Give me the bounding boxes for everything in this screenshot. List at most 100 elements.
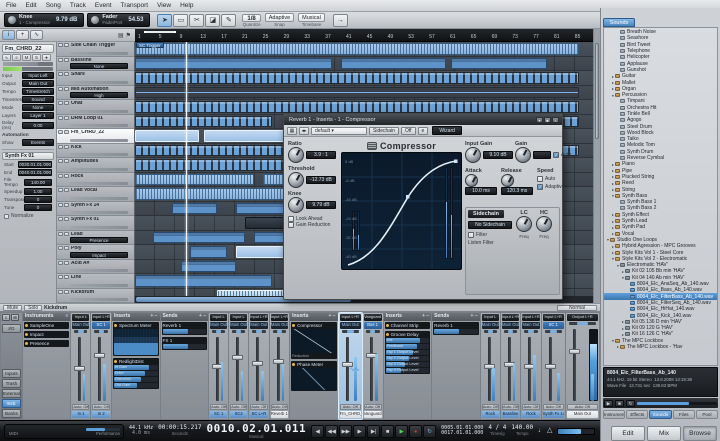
- snap-value[interactable]: Adaptive: [265, 13, 294, 22]
- track-header-poly[interactable]: Poly Impact: [57, 245, 134, 260]
- preview-play-button[interactable]: ▶: [604, 400, 613, 407]
- track-header-snare[interactable]: Snare: [57, 71, 134, 86]
- output-select[interactable]: Main Out: [340, 322, 361, 329]
- send-item[interactable]: Reverb 1: [433, 322, 479, 335]
- solo-button[interactable]: [64, 232, 69, 236]
- pan-control[interactable]: [212, 330, 225, 333]
- browser-tab-effects[interactable]: Effects: [626, 410, 648, 419]
- console-section-instr[interactable]: Instr.: [2, 399, 21, 408]
- panel-buttons[interactable]: + −: [471, 313, 478, 321]
- return-to-zero-button[interactable]: ▶|: [367, 425, 380, 438]
- output-select[interactable]: Main Out: [250, 322, 267, 329]
- fader-handle[interactable]: [569, 349, 580, 354]
- automation-mode-button[interactable]: Auto: Off: [230, 404, 247, 410]
- layers-icon[interactable]: ▤: [118, 32, 124, 39]
- solo-button[interactable]: [64, 217, 69, 221]
- audio-clip[interactable]: [135, 174, 254, 186]
- keyboard-icon[interactable]: ▦: [287, 127, 297, 135]
- channel-strip-synth-fx-14[interactable]: Input L+R SC 1 Auto: Off Synth Fx 14: [542, 313, 565, 419]
- pan-control[interactable]: [252, 330, 265, 333]
- mixer-tool-icon[interactable]: ≡: [2, 314, 10, 321]
- output-select[interactable]: Main Out: [72, 322, 89, 329]
- automation-mode-button[interactable]: Auto: Off: [543, 404, 564, 410]
- output-select[interactable]: SC 1: [543, 322, 564, 329]
- track-header-line[interactable]: Line: [57, 274, 134, 289]
- track-header-lead-vocal[interactable]: Lead Vocal: [57, 187, 134, 202]
- lc-freq-knob[interactable]: [516, 216, 532, 232]
- plugin-titlebar[interactable]: Reverb 1 - Inserts - 1 - Compressor ▾ ■ ×: [284, 114, 562, 125]
- channel-strip-bassline[interactable]: Input L+R Main Out Auto: Off Bassline: [501, 313, 520, 419]
- field-value[interactable]: None: [22, 104, 54, 111]
- range-tool[interactable]: ▭: [173, 14, 188, 27]
- solo-button[interactable]: [64, 130, 69, 134]
- power-dot-icon[interactable]: [386, 324, 389, 327]
- automation-mode-button[interactable]: Auto: Off: [250, 404, 267, 410]
- view-button-mix[interactable]: Mix: [647, 426, 681, 441]
- mute-button[interactable]: [58, 130, 63, 134]
- channel-name[interactable]: Fm_CHRD_22: [340, 411, 361, 418]
- audio-clip[interactable]: [135, 87, 579, 99]
- insert-device[interactable]: RedlightDist In Gain Drive Distortion Out Ga…: [113, 358, 159, 389]
- view-button-edit[interactable]: Edit: [611, 426, 645, 441]
- input-gain-knob[interactable]: [465, 147, 481, 163]
- solo-button[interactable]: [64, 275, 69, 279]
- gain-knob[interactable]: [515, 147, 531, 163]
- track-header-synth-fx-14[interactable]: Synth Fx 14: [57, 202, 134, 217]
- insert-device[interactable]: Spectrum Meter: [113, 322, 159, 356]
- channel-name[interactable]: Reverb 1: [271, 411, 288, 418]
- channel-strip-reverb-1[interactable]: Input L+R Main Out Auto: Off Reverb 1: [270, 313, 289, 419]
- output-select[interactable]: Bus 1: [364, 322, 382, 329]
- preset-dropdown[interactable]: default ▾: [311, 127, 367, 135]
- preview-loop-button[interactable]: ↻: [626, 400, 635, 407]
- preview-volume-slider[interactable]: [637, 402, 717, 405]
- solo-button[interactable]: [64, 101, 69, 105]
- inspector-mini-button[interactable]: M: [22, 54, 31, 61]
- track-lane[interactable]: [135, 71, 593, 86]
- mute-button[interactable]: Mute: [3, 305, 22, 311]
- preview-stop-button[interactable]: ■: [615, 400, 624, 407]
- browser-tab-pool[interactable]: Pool: [696, 410, 718, 419]
- vertical-scrollbar[interactable]: [593, 29, 600, 303]
- automation-mode-button[interactable]: Auto: Off: [210, 404, 227, 410]
- channel-strip-sc-1[interactable]: Input L Main Out Auto: Off SC 1: [209, 313, 228, 419]
- mute-button[interactable]: [58, 72, 63, 76]
- automation-mode-button[interactable]: Auto: Off: [92, 404, 109, 410]
- scrollbar-thumb[interactable]: [595, 43, 599, 139]
- tree-item[interactable]: ▸ The MPC Lockbox - 'Hav: [604, 344, 717, 350]
- automation-mode-button[interactable]: Auto: Off: [271, 404, 288, 410]
- menu-item-track[interactable]: Track: [70, 2, 86, 9]
- audio-clip[interactable]: [135, 101, 579, 113]
- menu-item-file[interactable]: File: [6, 2, 16, 9]
- field-value[interactable]: 140.00: [24, 179, 52, 186]
- inspector-mini-button[interactable]: ●: [42, 54, 51, 61]
- track-header-bassline[interactable]: Bassline None: [57, 57, 134, 72]
- power-dot-icon[interactable]: [25, 342, 28, 345]
- checkbox-icon[interactable]: [468, 232, 474, 238]
- field-value[interactable]: Events: [22, 139, 54, 146]
- track-value-display[interactable]: High: [70, 92, 128, 98]
- mute-button[interactable]: [58, 116, 63, 120]
- pan-control[interactable]: [232, 330, 245, 333]
- solo-button[interactable]: [64, 58, 69, 62]
- output-select[interactable]: SC 1: [92, 322, 109, 329]
- rewind-button[interactable]: ◀◀: [325, 425, 338, 438]
- solo-button[interactable]: Solo: [24, 305, 42, 311]
- audio-clip[interactable]: [181, 261, 236, 273]
- channel-strip-fm-chrd-22[interactable]: Input L+RMain Out ∿∿ Auto: OffFm_CHRD_22: [339, 313, 362, 419]
- panel-buttons[interactable]: + −: [328, 313, 335, 321]
- device-slider[interactable]: Drive: [114, 371, 158, 376]
- checkbox-icon[interactable]: [537, 176, 543, 182]
- browser-tab-sounds[interactable]: Sounds: [649, 410, 671, 419]
- track-header-ohat[interactable]: Ohat: [57, 100, 134, 115]
- plugin-window-compressor[interactable]: Reverb 1 - Inserts - 1 - Compressor ▾ ■ × …: [283, 113, 563, 300]
- field-value[interactable]: Sound: [22, 96, 54, 103]
- panel-buttons[interactable]: + −: [199, 313, 206, 321]
- track-lane[interactable]: SC Trigger: [135, 42, 593, 57]
- menu-item-song[interactable]: Song: [46, 2, 61, 9]
- ratio-knob[interactable]: [288, 147, 304, 163]
- mute-button[interactable]: [58, 101, 63, 105]
- track-value-display[interactable]: Impact: [70, 252, 128, 258]
- audio-clip[interactable]: [451, 58, 547, 70]
- filter-checkbox[interactable]: Filter: [468, 232, 512, 238]
- console-section-banks[interactable]: Banks: [2, 409, 21, 418]
